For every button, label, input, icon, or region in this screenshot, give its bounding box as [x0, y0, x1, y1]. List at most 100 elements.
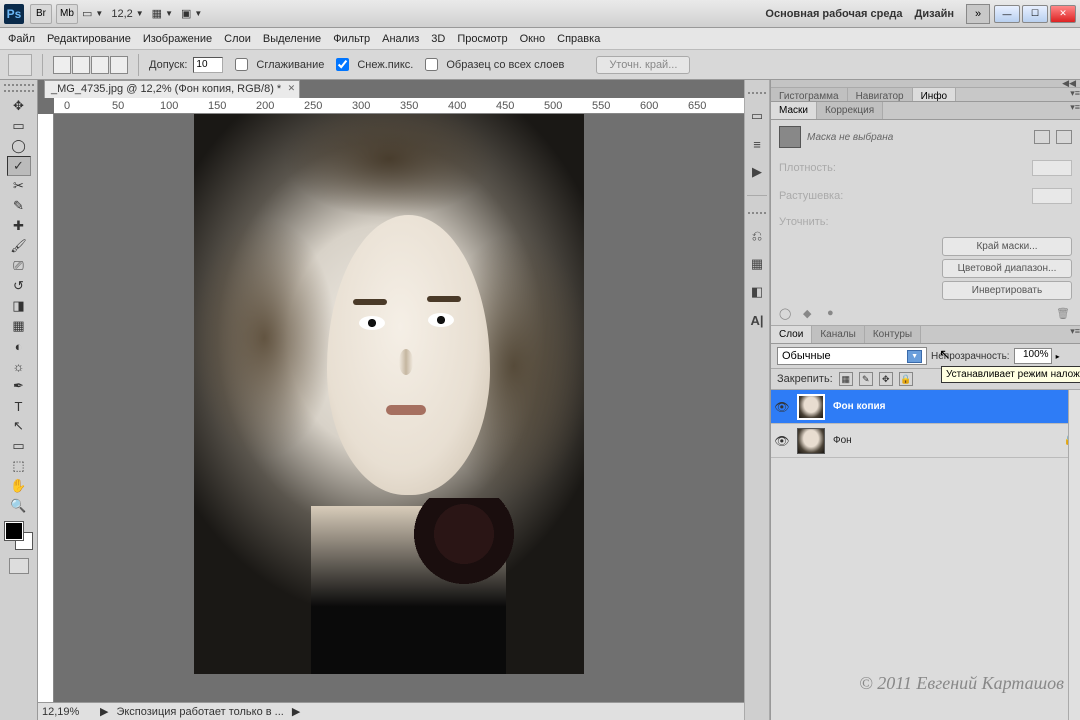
lock-image-icon[interactable]: ✎: [859, 372, 873, 386]
load-sel-icon[interactable]: ◯: [779, 307, 795, 319]
sample-all-check[interactable]: [425, 58, 438, 71]
layer-thumbnail[interactable]: [797, 428, 825, 454]
menu-layer[interactable]: Слои: [224, 33, 251, 45]
layer-name[interactable]: Фон копия: [829, 401, 1080, 412]
color-swatches[interactable]: [5, 522, 33, 550]
workspace-more[interactable]: »: [966, 4, 990, 24]
toolbox-grip[interactable]: [4, 84, 34, 92]
heal-tool[interactable]: ✚: [7, 216, 31, 236]
tab-channels[interactable]: Каналы: [812, 326, 865, 343]
canvas[interactable]: [54, 114, 744, 702]
pen-tool[interactable]: ✒: [7, 376, 31, 396]
blur-tool[interactable]: ◐: [7, 336, 31, 356]
disable-mask-icon[interactable]: ●: [827, 307, 843, 319]
tab-layers[interactable]: Слои: [771, 326, 812, 343]
close-button[interactable]: ✕: [1050, 5, 1076, 23]
stamp-tool[interactable]: ⎚: [7, 256, 31, 276]
vector-mask-icon[interactable]: [1056, 130, 1072, 144]
menu-3d[interactable]: 3D: [431, 33, 445, 45]
actions-panel-icon[interactable]: ≡: [748, 135, 766, 153]
layer-thumbnail[interactable]: [797, 394, 825, 420]
pixel-mask-icon[interactable]: [1034, 130, 1050, 144]
menu-edit[interactable]: Редактирование: [47, 33, 131, 45]
mask-edge-button[interactable]: Край маски...: [942, 237, 1072, 256]
opacity-input[interactable]: 100%: [1014, 348, 1052, 364]
character-panel-icon[interactable]: A|: [748, 311, 766, 329]
move-tool[interactable]: ✥: [7, 96, 31, 116]
menu-file[interactable]: Файл: [8, 33, 35, 45]
apply-mask-icon[interactable]: ◆: [803, 307, 819, 319]
ruler-vertical[interactable]: [38, 114, 54, 702]
tab-masks[interactable]: Маски: [771, 102, 817, 119]
maximize-button[interactable]: ☐: [1022, 5, 1048, 23]
path-select-tool[interactable]: ↖: [7, 416, 31, 436]
tab-adjustments[interactable]: Коррекция: [817, 102, 883, 119]
marquee-tool[interactable]: ▭: [7, 116, 31, 136]
layer-name[interactable]: Фон: [829, 435, 1060, 446]
hand-tool[interactable]: ✋: [7, 476, 31, 496]
menu-help[interactable]: Справка: [557, 33, 600, 45]
screenmode-dd[interactable]: ▭▼: [82, 7, 103, 20]
bridge-button[interactable]: Br: [30, 4, 52, 24]
dodge-tool[interactable]: ☼: [7, 356, 31, 376]
extras-dd[interactable]: ▣▼: [181, 7, 202, 20]
eyedropper-tool[interactable]: ✎: [7, 196, 31, 216]
zoom-tool[interactable]: 🔍: [7, 496, 31, 516]
menu-window[interactable]: Окно: [520, 33, 546, 45]
layer-row[interactable]: 👁 Фон 🔒: [771, 424, 1080, 458]
gradient-tool[interactable]: ▦: [7, 316, 31, 336]
brush-panel-icon[interactable]: ⎌: [748, 227, 766, 245]
quick-mask-button[interactable]: [9, 558, 29, 574]
lasso-tool[interactable]: ◯: [7, 136, 31, 156]
minimize-button[interactable]: —: [994, 5, 1020, 23]
brush-tool[interactable]: 🖌: [7, 236, 31, 256]
color-range-button[interactable]: Цветовой диапазон...: [942, 259, 1072, 278]
chevron-down-icon[interactable]: ▼: [907, 350, 922, 363]
history-brush-tool[interactable]: ↺: [7, 276, 31, 296]
styles-panel-icon[interactable]: ◧: [748, 283, 766, 301]
menu-view[interactable]: Просмотр: [457, 33, 507, 45]
panel-menu-icon[interactable]: ▾≡: [1070, 88, 1080, 101]
layer-row[interactable]: 👁 Фон копия: [771, 390, 1080, 424]
lock-position-icon[interactable]: ✥: [879, 372, 893, 386]
document-tab[interactable]: _MG_4735.jpg @ 12,2% (Фон копия, RGB/8) …: [44, 80, 300, 98]
visibility-toggle[interactable]: 👁: [771, 434, 793, 448]
lock-transparent-icon[interactable]: ▦: [839, 372, 853, 386]
current-tool-icon[interactable]: [8, 54, 32, 76]
tab-histogram[interactable]: Гистограмма: [771, 88, 848, 101]
status-zoom[interactable]: 12,19%: [42, 706, 92, 718]
swatches-panel-icon[interactable]: ▦: [748, 255, 766, 273]
tab-navigator[interactable]: Навигатор: [848, 88, 913, 101]
lock-all-icon[interactable]: 🔒: [899, 372, 913, 386]
delete-mask-icon[interactable]: 🗑: [1056, 307, 1072, 319]
menu-filter[interactable]: Фильтр: [333, 33, 370, 45]
workspace-design[interactable]: Дизайн: [915, 8, 954, 20]
blend-mode-dropdown[interactable]: Обычные▼: [777, 347, 927, 365]
zoom-dd[interactable]: 12,2▼: [111, 8, 143, 20]
panel-menu-icon[interactable]: ▾≡: [1070, 326, 1080, 343]
tab-info[interactable]: Инфо: [913, 88, 957, 101]
minibridge-button[interactable]: Mb: [56, 4, 78, 24]
arrange-dd[interactable]: ▦▼: [152, 7, 173, 20]
type-tool[interactable]: T: [7, 396, 31, 416]
contiguous-check[interactable]: [336, 58, 349, 71]
quick-select-tool[interactable]: ✓: [7, 156, 31, 176]
play-panel-icon[interactable]: ▶: [748, 163, 766, 181]
visibility-toggle[interactable]: 👁: [771, 400, 793, 414]
menu-image[interactable]: Изображение: [143, 33, 212, 45]
eraser-tool[interactable]: ◨: [7, 296, 31, 316]
crop-tool[interactable]: ✂: [7, 176, 31, 196]
workspace-essentials[interactable]: Основная рабочая среда: [765, 8, 902, 20]
menu-analysis[interactable]: Анализ: [382, 33, 419, 45]
tolerance-input[interactable]: [193, 57, 223, 73]
invert-button[interactable]: Инвертировать: [942, 281, 1072, 300]
close-tab-icon[interactable]: ✕: [288, 83, 296, 94]
shape-tool[interactable]: ▭: [7, 436, 31, 456]
panel-menu-icon[interactable]: ▾≡: [1070, 102, 1080, 119]
selection-mode[interactable]: [53, 56, 128, 74]
history-panel-icon[interactable]: ▭: [748, 107, 766, 125]
ruler-horizontal[interactable]: 050100150200250300350400450500550600650: [54, 98, 744, 114]
scrollbar[interactable]: [1068, 390, 1080, 720]
3d-tool[interactable]: ⬚: [7, 456, 31, 476]
antialias-check[interactable]: [235, 58, 248, 71]
